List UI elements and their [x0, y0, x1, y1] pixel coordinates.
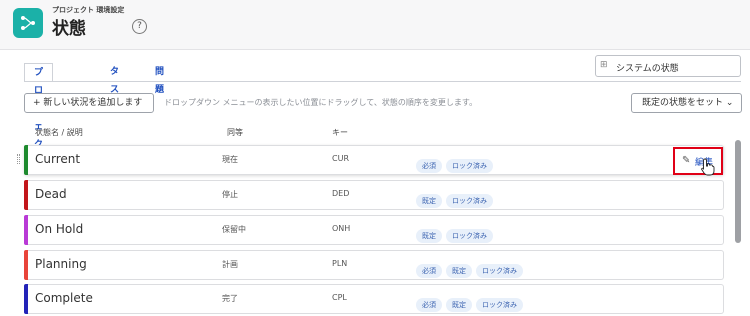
status-row[interactable]: On Hold 保留中 ONH 既定 ロック済み	[24, 215, 724, 245]
status-equivalent: 停止	[222, 190, 238, 199]
status-tag: ロック済み	[446, 194, 493, 208]
status-color-bar	[24, 180, 28, 210]
status-color-bar	[24, 250, 28, 280]
status-color-bar	[24, 284, 28, 314]
status-key: ONH	[332, 224, 351, 233]
tab-project[interactable]: プロジェクト	[24, 63, 54, 168]
status-tag: ロック済み	[446, 159, 493, 173]
status-name: On Hold	[35, 222, 84, 236]
status-equivalent: 現在	[222, 155, 238, 164]
status-tag: ロック済み	[476, 264, 523, 278]
status-tag: 必須	[416, 298, 442, 312]
status-tag: 既定	[416, 229, 442, 243]
status-tag: 既定	[416, 194, 442, 208]
status-tag: 既定	[446, 298, 472, 312]
add-status-button[interactable]: + 新しい状況を追加します	[24, 93, 154, 113]
status-key: PLN	[332, 259, 348, 268]
status-key: CPL	[332, 293, 347, 302]
column-header-equivalent: 同等	[227, 128, 243, 137]
status-color-bar	[24, 215, 28, 245]
pencil-icon: ✎	[682, 155, 691, 166]
drag-handle[interactable]	[17, 154, 20, 164]
column-header-name: 状態名 / 説明	[35, 128, 83, 137]
status-tag: 既定	[446, 264, 472, 278]
page-title: 状態	[52, 19, 86, 39]
status-name: Planning	[35, 257, 87, 271]
status-type-select[interactable]: ⊞ システムの状態	[595, 55, 741, 77]
page-header: プロジェクト 環境設定 状態 ?	[0, 0, 750, 50]
edit-button[interactable]: ✎ 編集	[673, 147, 723, 175]
column-header-key: キー	[332, 128, 348, 137]
status-color-bar	[24, 145, 28, 175]
set-default-status-button[interactable]: 既定の状態をセット ⌄	[631, 93, 742, 113]
tab-task[interactable]: タスク	[110, 63, 119, 113]
tab-issue[interactable]: 問題	[155, 63, 164, 95]
reorder-hint: ドロップダウン メニューの表示したい位置にドラッグして、状態の順序を変更します。	[164, 98, 478, 107]
hand-cursor-icon	[701, 158, 715, 176]
help-icon[interactable]: ?	[132, 19, 147, 34]
status-equivalent: 保留中	[222, 225, 246, 234]
status-key: DED	[332, 189, 350, 198]
status-row[interactable]: Current 現在 CUR 必須 ロック済み	[24, 145, 724, 175]
filter-icon: ⊞	[600, 60, 608, 70]
status-tag: ロック済み	[446, 229, 493, 243]
status-key: CUR	[332, 154, 349, 163]
status-row[interactable]: Dead 停止 DED 既定 ロック済み	[24, 180, 724, 210]
status-row[interactable]: Complete 完了 CPL 必須 既定 ロック済み	[24, 284, 724, 314]
status-tag: ロック済み	[476, 298, 523, 312]
tab-divider	[24, 81, 741, 82]
status-type-value: システムの状態	[616, 64, 679, 74]
app-icon	[13, 8, 43, 38]
scrollbar-thumb[interactable]	[735, 140, 741, 243]
status-name: Dead	[35, 187, 67, 201]
status-name: Complete	[35, 291, 93, 305]
status-name: Current	[35, 152, 81, 166]
status-equivalent: 完了	[222, 294, 238, 303]
status-equivalent: 計画	[222, 260, 238, 269]
status-tag: 必須	[416, 264, 442, 278]
status-tag: 必須	[416, 159, 442, 173]
status-row[interactable]: Planning 計画 PLN 必須 既定 ロック済み	[24, 250, 724, 280]
